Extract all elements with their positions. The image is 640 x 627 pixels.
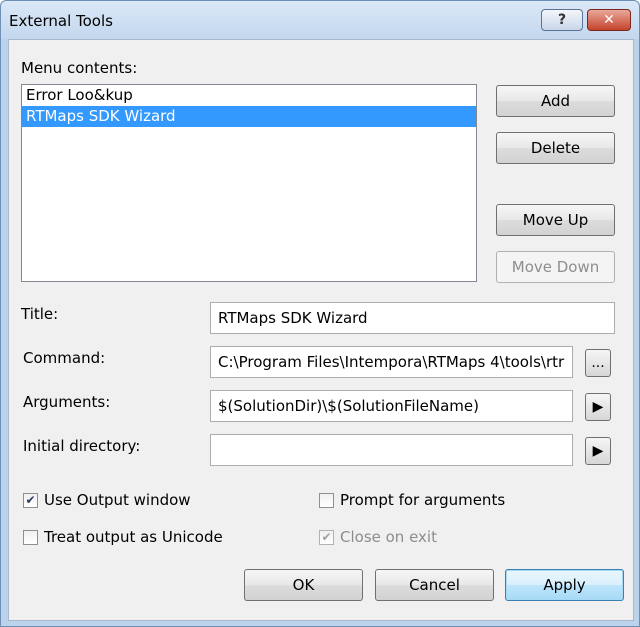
list-item-error-lookup[interactable]: Error Loo&kup: [22, 85, 476, 106]
arrow-right-icon: ▶: [592, 399, 604, 415]
arguments-field[interactable]: $(SolutionDir)\$(SolutionFileName): [210, 390, 573, 422]
menu-contents-label: Menu contents:: [21, 59, 138, 77]
prompt-for-arguments-option[interactable]: Prompt for arguments: [319, 491, 505, 509]
title-label: Title:: [21, 305, 59, 323]
move-up-button[interactable]: Move Up: [496, 204, 615, 236]
menu-contents-list[interactable]: Error Loo&kup RTMaps SDK Wizard: [21, 84, 477, 282]
command-label: Command:: [23, 349, 106, 367]
title-bar[interactable]: External Tools ? ✕: [1, 1, 639, 39]
help-button[interactable]: ?: [541, 9, 583, 31]
close-button[interactable]: ✕: [587, 9, 631, 31]
treat-output-unicode-label: Treat output as Unicode: [44, 528, 223, 546]
close-on-exit-label: Close on exit: [340, 528, 437, 546]
prompt-for-arguments-checkbox[interactable]: [319, 492, 334, 508]
dialog-body: Menu contents: Error Loo&kup RTMaps SDK …: [8, 39, 634, 621]
use-output-window-option[interactable]: ✔ Use Output window: [23, 491, 191, 509]
arguments-label: Arguments:: [23, 393, 111, 411]
use-output-window-checkbox[interactable]: ✔: [23, 492, 38, 508]
arguments-menu-button[interactable]: ▶: [585, 393, 611, 421]
move-down-button[interactable]: Move Down: [496, 251, 615, 283]
apply-button[interactable]: Apply: [505, 569, 624, 601]
window-title: External Tools: [9, 12, 113, 30]
initial-directory-menu-button[interactable]: ▶: [585, 437, 611, 465]
external-tools-dialog: External Tools ? ✕ Menu contents: Error …: [0, 0, 640, 627]
ellipsis-icon: ...: [591, 355, 605, 371]
delete-button[interactable]: Delete: [496, 132, 615, 164]
arrow-right-icon: ▶: [592, 443, 604, 459]
add-button[interactable]: Add: [496, 85, 615, 117]
treat-output-unicode-option[interactable]: Treat output as Unicode: [23, 528, 223, 546]
title-field[interactable]: RTMaps SDK Wizard: [210, 302, 615, 334]
prompt-for-arguments-label: Prompt for arguments: [340, 491, 506, 509]
ok-button[interactable]: OK: [244, 569, 363, 601]
command-field[interactable]: C:\Program Files\Intempora\RTMaps 4\tool…: [210, 346, 573, 378]
close-on-exit-checkbox[interactable]: ✔: [319, 529, 334, 545]
command-browse-button[interactable]: ...: [585, 349, 611, 377]
help-icon: ?: [557, 12, 567, 28]
initial-directory-label: Initial directory:: [23, 437, 141, 455]
initial-directory-field[interactable]: [210, 434, 573, 466]
close-icon: ✕: [603, 12, 615, 28]
treat-output-unicode-checkbox[interactable]: [23, 529, 38, 545]
cancel-button[interactable]: Cancel: [375, 569, 494, 601]
list-item-rtmaps-sdk-wizard[interactable]: RTMaps SDK Wizard: [22, 106, 476, 127]
close-on-exit-option[interactable]: ✔ Close on exit: [319, 528, 437, 546]
use-output-window-label: Use Output window: [44, 491, 191, 509]
